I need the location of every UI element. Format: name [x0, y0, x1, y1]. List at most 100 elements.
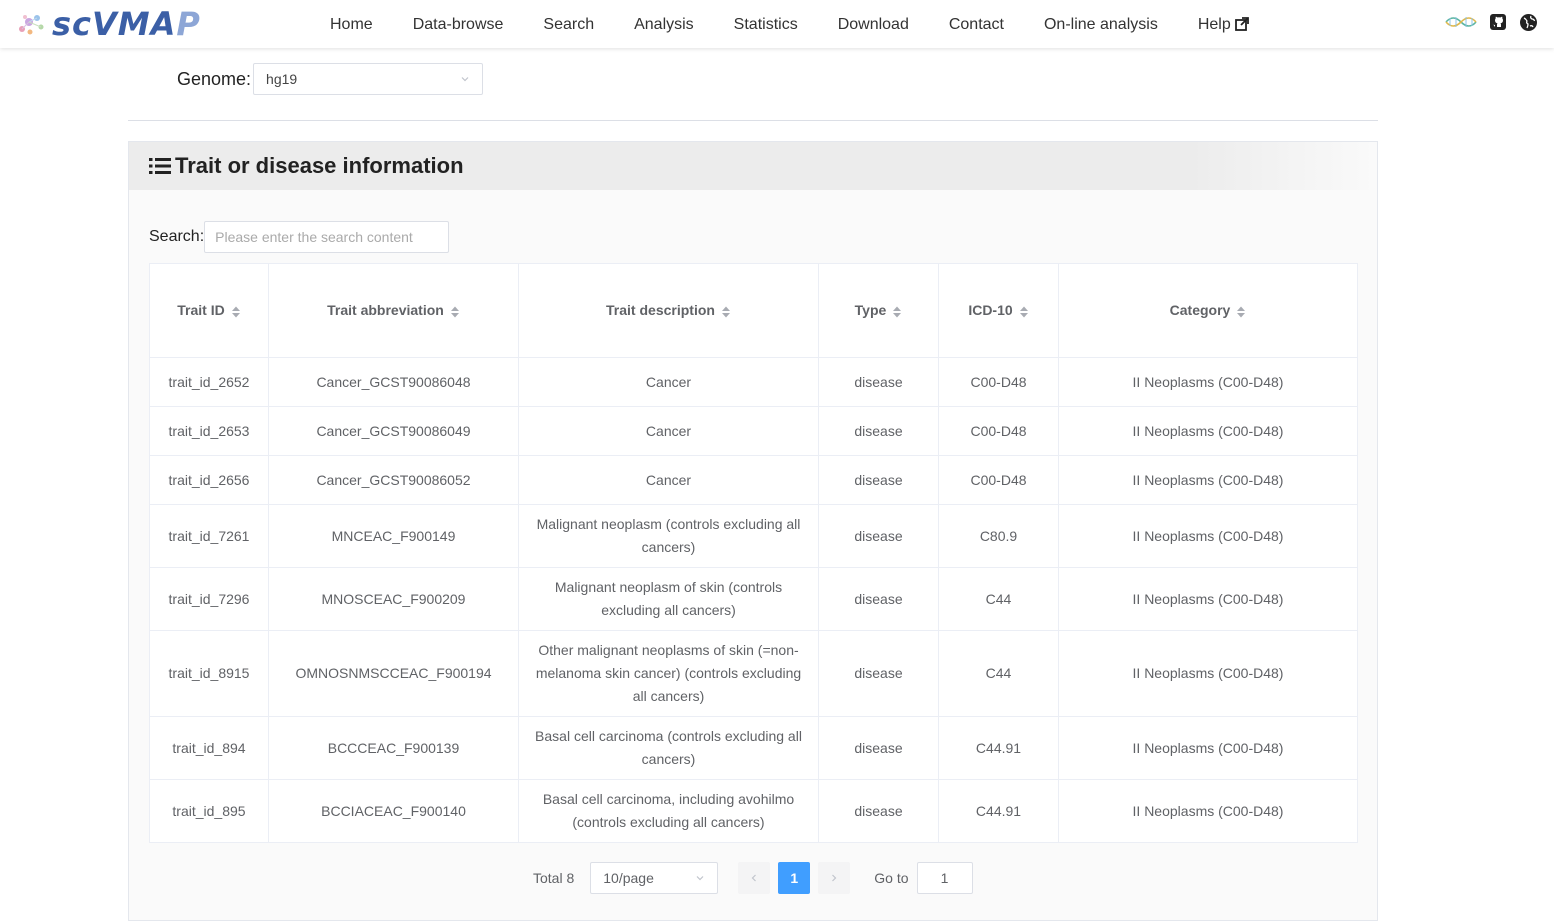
search-label: Search: — [149, 228, 205, 245]
chevron-right-icon — [832, 874, 837, 882]
cell-icd-10: C80.9 — [938, 504, 1059, 568]
next-page-button[interactable] — [818, 862, 851, 894]
site-logo[interactable]: scVMAP — [16, 4, 201, 44]
genome-select[interactable]: hg19 — [253, 63, 484, 95]
cell-category: II Neoplasms (C00-D48) — [1058, 779, 1358, 843]
panel-header: Trait or disease information — [129, 142, 1377, 190]
column-header-label: Trait ID — [177, 302, 225, 319]
pagination-total: Total 8 — [533, 870, 575, 886]
page-number-button[interactable]: 1 — [778, 862, 811, 894]
cell-category: II Neoplasms (C00-D48) — [1058, 504, 1358, 568]
goto-input[interactable] — [916, 862, 973, 894]
cell-type: disease — [818, 630, 939, 717]
prev-page-button[interactable] — [738, 862, 771, 894]
table-row[interactable]: trait_id_8915 OMNOSNMSCCEAC_F900194 Other … — [149, 630, 1358, 717]
search-row: Search: — [149, 221, 450, 253]
column-header-type[interactable]: Type — [818, 263, 939, 358]
cell-trait-id[interactable]: trait_id_894 — [149, 716, 269, 780]
column-header-category[interactable]: Category — [1058, 263, 1358, 358]
cell-trait-abbreviation: MNOSCEAC_F900209 — [268, 567, 519, 631]
goto-page: Go to — [874, 862, 973, 894]
dna-icon[interactable] — [1444, 12, 1478, 32]
panel-title: Trait or disease information — [175, 153, 464, 178]
github-icon[interactable] — [1488, 12, 1508, 32]
goto-label: Go to — [874, 870, 909, 886]
cell-trait-id[interactable]: trait_id_2652 — [149, 357, 269, 407]
logo-text: scVMAP — [52, 5, 201, 43]
chevron-left-icon — [751, 874, 757, 882]
sort-icon[interactable] — [450, 305, 460, 319]
table-row[interactable]: trait_id_7296 MNOSCEAC_F900209 Malignant n… — [149, 567, 1358, 631]
cell-type: disease — [818, 406, 939, 456]
logo-mark-icon — [16, 9, 50, 39]
sort-icon[interactable] — [892, 305, 902, 319]
cell-type: disease — [818, 357, 939, 407]
nav-analysis[interactable]: Analysis — [614, 0, 714, 48]
nav-statistics[interactable]: Statistics — [714, 0, 818, 48]
nav-search[interactable]: Search — [523, 0, 614, 48]
cell-trait-abbreviation: MNCEAC_F900149 — [268, 504, 519, 568]
chevron-down-icon — [461, 77, 469, 82]
globe-icon[interactable] — [1518, 12, 1538, 32]
cell-trait-id[interactable]: trait_id_7296 — [149, 567, 269, 631]
cell-trait-abbreviation: Cancer_GCST90086049 — [268, 406, 519, 456]
column-header-label: Type — [854, 302, 887, 319]
cell-trait-id[interactable]: trait_id_2653 — [149, 406, 269, 456]
cell-trait-description: Cancer — [518, 357, 819, 407]
table-row[interactable]: trait_id_2653 Cancer_GCST90086049 Cancer di… — [149, 406, 1358, 456]
column-header-label: Trait description — [606, 302, 715, 319]
page-size-select[interactable]: 10/page — [590, 862, 719, 894]
sort-icon[interactable] — [231, 305, 241, 319]
cell-icd-10: C44 — [938, 567, 1059, 631]
table-row[interactable]: trait_id_894 BCCCEAC_F900139 Basal cell ca… — [149, 716, 1358, 780]
genome-label: Genome: — [177, 68, 252, 89]
column-header-trait-id[interactable]: Trait ID — [149, 263, 269, 358]
nav-contact[interactable]: Contact — [929, 0, 1024, 48]
nav-help[interactable]: Help — [1178, 0, 1269, 48]
section-divider — [128, 120, 1378, 121]
top-navbar: scVMAP Home Data-browse Search Analysis … — [0, 0, 1554, 48]
table-row[interactable]: trait_id_895 BCCIACEAC_F900140 Basal cell … — [149, 779, 1358, 843]
header-icons — [1444, 12, 1538, 32]
cell-trait-id[interactable]: trait_id_895 — [149, 779, 269, 843]
trait-table: Trait ID Trait abbreviation Trait descript… — [149, 263, 1358, 843]
cell-trait-id[interactable]: trait_id_8915 — [149, 630, 269, 717]
cell-icd-10: C44 — [938, 630, 1059, 717]
cell-trait-abbreviation: Cancer_GCST90086048 — [268, 357, 519, 407]
nav-download[interactable]: Download — [818, 0, 929, 48]
cell-trait-id[interactable]: trait_id_2656 — [149, 455, 269, 505]
sort-icon[interactable] — [721, 305, 731, 319]
cell-category: II Neoplasms (C00-D48) — [1058, 567, 1358, 631]
cell-category: II Neoplasms (C00-D48) — [1058, 455, 1358, 505]
sort-icon[interactable] — [1019, 305, 1029, 319]
table-row[interactable]: trait_id_2652 Cancer_GCST90086048 Cancer di… — [149, 357, 1358, 407]
pagination: Total 8 10/page 1 Go to — [533, 862, 973, 894]
cell-type: disease — [818, 779, 939, 843]
cell-trait-description: Malignant neoplasm of skin (controls exc… — [518, 567, 819, 631]
page-size-value: 10/page — [603, 870, 654, 886]
nav-online-analysis[interactable]: On-line analysis — [1024, 0, 1178, 48]
trait-info-panel: Trait or disease information Search: Tra… — [128, 141, 1378, 921]
table-row[interactable]: trait_id_7261 MNCEAC_F900149 Malignant neo… — [149, 504, 1358, 568]
cell-trait-abbreviation: BCCIACEAC_F900140 — [268, 779, 519, 843]
cell-type: disease — [818, 567, 939, 631]
search-input[interactable] — [204, 221, 450, 253]
cell-trait-id[interactable]: trait_id_7261 — [149, 504, 269, 568]
cell-type: disease — [818, 716, 939, 780]
cell-type: disease — [818, 455, 939, 505]
cell-icd-10: C00-D48 — [938, 406, 1059, 456]
cell-icd-10: C00-D48 — [938, 455, 1059, 505]
column-header-trait-abbreviation[interactable]: Trait abbreviation — [268, 263, 519, 358]
column-header-icd-10[interactable]: ICD-10 — [938, 263, 1059, 358]
cell-icd-10: C00-D48 — [938, 357, 1059, 407]
sort-icon[interactable] — [1236, 305, 1246, 319]
cell-trait-description: Basal cell carcinoma, including avohilmo… — [518, 779, 819, 843]
table-row[interactable]: trait_id_2656 Cancer_GCST90086052 Cancer di… — [149, 455, 1358, 505]
nav-data-browse[interactable]: Data-browse — [393, 0, 524, 48]
cell-trait-abbreviation: BCCCEAC_F900139 — [268, 716, 519, 780]
cell-trait-abbreviation: OMNOSNMSCCEAC_F900194 — [268, 630, 519, 717]
genome-row: Genome: hg19 — [177, 63, 484, 95]
cell-trait-description: Other malignant neoplasms of skin (=non-… — [518, 630, 819, 717]
nav-home[interactable]: Home — [310, 0, 393, 48]
column-header-trait-description[interactable]: Trait description — [518, 263, 819, 358]
